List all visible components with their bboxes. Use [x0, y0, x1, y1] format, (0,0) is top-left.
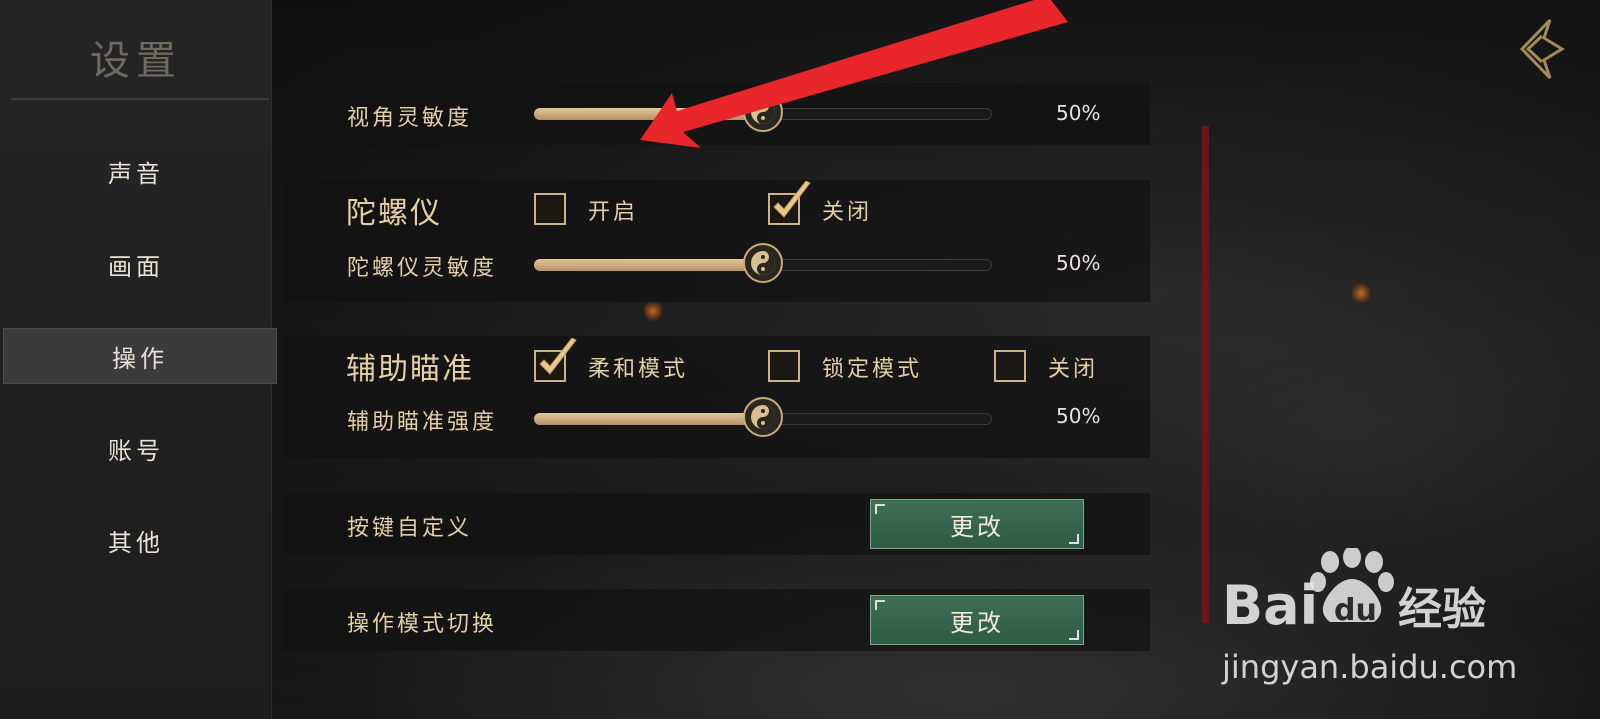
aim-assist-soft-label: 柔和模式: [588, 357, 689, 382]
view-sensitivity-label: 视角灵敏度: [347, 106, 473, 131]
yin-yang-knob-icon[interactable]: [743, 243, 783, 283]
aim-assist-lock-label: 锁定模式: [822, 357, 923, 382]
sidebar-item-controls[interactable]: 操作: [3, 328, 277, 384]
button-label: 更改: [950, 512, 1004, 541]
sidebar-item-graphics[interactable]: 画面: [0, 236, 272, 292]
button-corner: [1069, 534, 1079, 544]
gyroscope-section: 陀螺仪 开启 关闭 陀螺仪灵敏度 50%: [284, 180, 1150, 302]
sidebar-item-sound[interactable]: 声音: [0, 143, 272, 199]
aim-assist-label: 辅助瞄准: [346, 352, 474, 387]
button-corner: [1069, 630, 1079, 640]
mode-switch-label: 操作模式切换: [347, 612, 498, 637]
svg-text:du: du: [1334, 593, 1377, 628]
view-sensitivity-value: 50%: [1056, 101, 1101, 125]
aim-assist-section: 辅助瞄准 柔和模式 锁定模式 关闭 辅助瞄准强度 50%: [284, 336, 1150, 458]
sidebar-item-account[interactable]: 账号: [0, 420, 272, 476]
gyroscope-label: 陀螺仪: [346, 196, 442, 231]
page-title: 设置: [90, 38, 182, 84]
yin-yang-knob-icon[interactable]: [743, 92, 783, 132]
mode-switch-row: 操作模式切换 更改: [284, 589, 1150, 651]
gyroscope-off-label: 关闭: [822, 200, 873, 225]
key-custom-label: 按键自定义: [347, 516, 473, 541]
slider-fill: [534, 413, 763, 425]
mode-switch-change-button[interactable]: 更改: [870, 595, 1084, 645]
gyroscope-on-checkbox[interactable]: [534, 193, 566, 225]
aim-assist-strength-value: 50%: [1056, 404, 1101, 428]
button-corner: [875, 600, 885, 610]
slider-fill: [534, 108, 763, 120]
checkmark-icon: [534, 337, 580, 382]
sidebar-item-other[interactable]: 其他: [0, 512, 272, 568]
aim-assist-strength-slider[interactable]: [534, 397, 992, 437]
button-label: 更改: [950, 608, 1004, 637]
divider: [11, 98, 269, 100]
lantern-light: [1352, 282, 1370, 304]
watermark-brand: Bai: [1222, 574, 1318, 637]
yin-yang-knob-icon[interactable]: [743, 397, 783, 437]
gyroscope-off-checkbox[interactable]: [768, 180, 811, 225]
back-icon[interactable]: [1514, 18, 1566, 80]
gyroscope-sensitivity-label: 陀螺仪灵敏度: [347, 256, 498, 281]
sidebar: 设置 声音 画面 操作 账号 其他: [0, 0, 277, 719]
aim-assist-strength-label: 辅助瞄准强度: [347, 410, 498, 435]
scrollbar[interactable]: [1202, 126, 1209, 623]
view-sensitivity-slider[interactable]: [534, 92, 992, 132]
lantern-light: [644, 300, 662, 322]
aim-assist-off-checkbox[interactable]: [994, 350, 1026, 382]
view-sensitivity-row: 视角灵敏度 50%: [284, 83, 1150, 145]
watermark-url: jingyan.baidu.com: [1222, 648, 1518, 686]
aim-assist-off-label: 关闭: [1048, 357, 1099, 382]
button-corner: [875, 504, 885, 514]
aim-assist-lock-checkbox[interactable]: [768, 350, 800, 382]
gyroscope-on-label: 开启: [588, 200, 639, 225]
gyroscope-sensitivity-slider[interactable]: [534, 243, 992, 283]
slider-fill: [534, 259, 763, 271]
svg-text:经验: 经验: [1398, 584, 1486, 635]
aim-assist-soft-checkbox[interactable]: [534, 337, 577, 382]
key-custom-change-button[interactable]: 更改: [870, 499, 1084, 549]
key-custom-row: 按键自定义 更改: [284, 493, 1150, 555]
gyroscope-sensitivity-value: 50%: [1056, 251, 1101, 275]
checkmark-icon: [768, 180, 814, 225]
